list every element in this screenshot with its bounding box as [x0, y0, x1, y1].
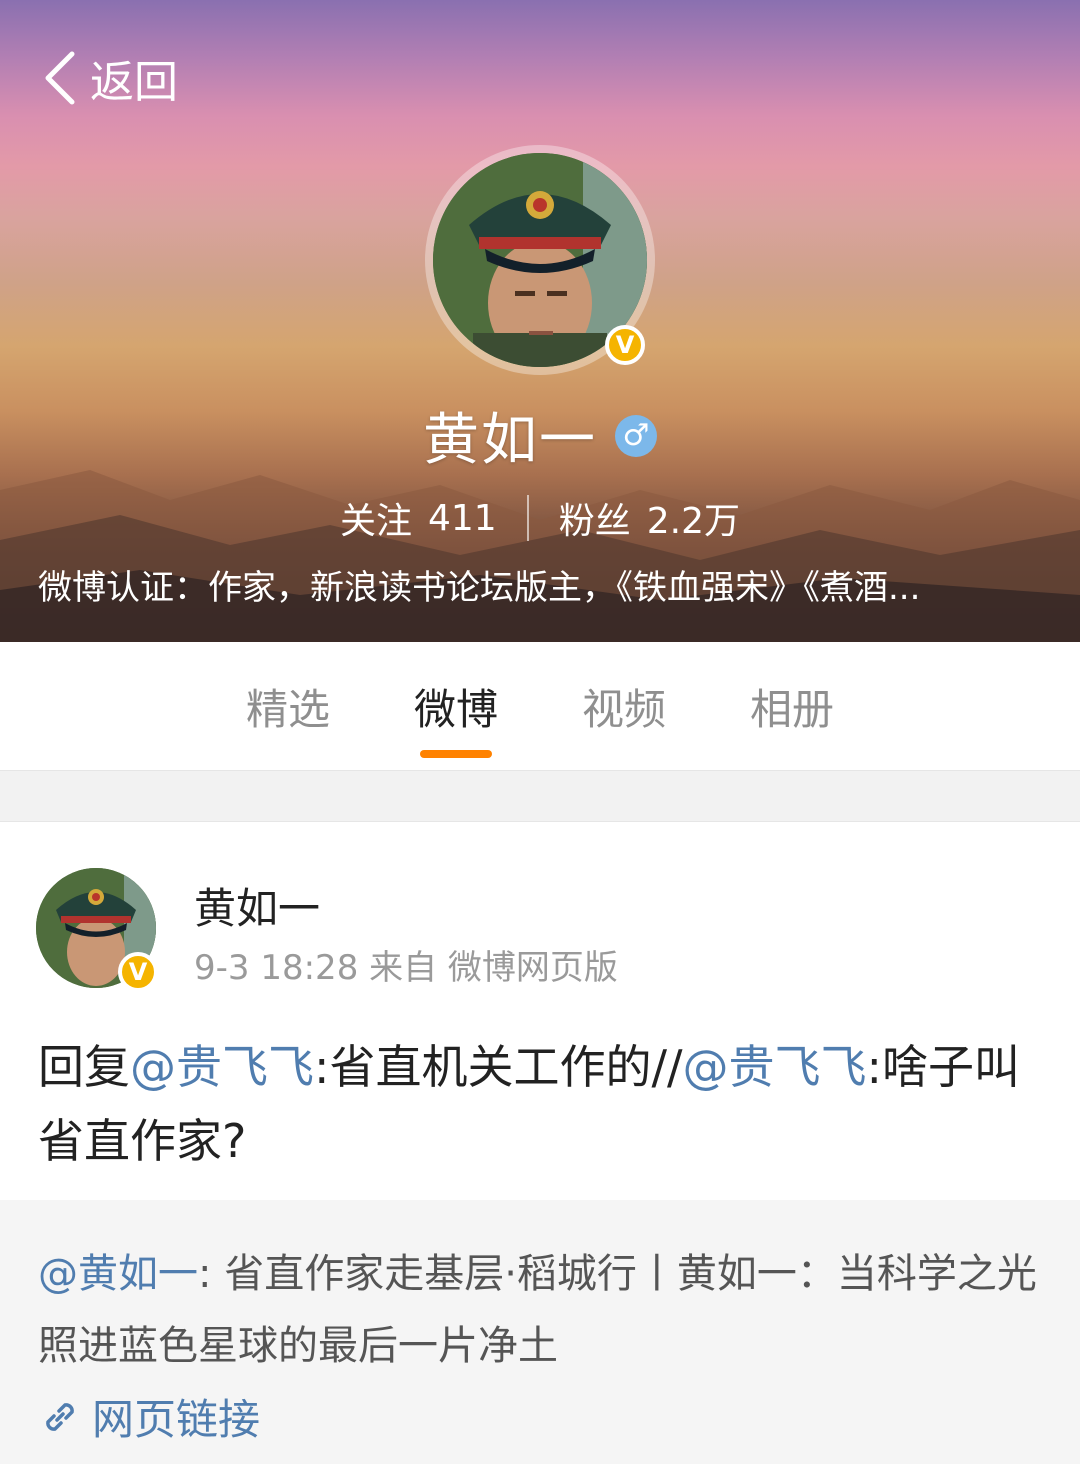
- tab-label: 相册: [749, 685, 834, 734]
- profile-cover: 返回 V 黄如一 ♂ 关注 411 粉丝 2.2万 微博认证：作家，新浪读书论坛…: [0, 0, 1080, 642]
- profile-avatar[interactable]: V: [425, 145, 655, 375]
- following-stat[interactable]: 关注 411: [340, 492, 497, 544]
- post-text-part: :省直机关工作的//: [314, 1040, 683, 1094]
- certification-text[interactable]: 微博认证：作家，新浪读书论坛版主，《铁血强宋》《煮酒...: [38, 560, 1048, 609]
- following-count: 411: [428, 497, 497, 539]
- post-author-name[interactable]: 黄如一: [194, 875, 320, 936]
- followers-count: 2.2万: [646, 501, 740, 542]
- repost-text: @黄如一: 省直作家走基层·稻城行丨黄如一：当科学之光照进蓝色星球的最后一片净土: [38, 1238, 1048, 1382]
- web-link-label: 网页链接: [92, 1395, 261, 1444]
- back-chevron-icon: [45, 51, 75, 105]
- profile-stats: 关注 411 粉丝 2.2万: [0, 492, 1080, 544]
- mention-link[interactable]: @贵飞飞: [683, 1040, 867, 1094]
- profile-tabs: 精选 微博 视频 相册: [0, 642, 1080, 770]
- link-icon: [46, 1402, 74, 1431]
- profile-name: 黄如一: [423, 408, 597, 473]
- tab-weibo[interactable]: 微博: [372, 642, 540, 770]
- section-divider: [0, 770, 1080, 822]
- tab-album[interactable]: 相册: [708, 642, 876, 770]
- post-meta: 9-3 18:28 来自 微博网页版: [194, 948, 618, 988]
- back-label: 返回: [90, 57, 178, 108]
- verified-icon: V: [605, 325, 645, 365]
- male-gender-icon: ♂: [615, 414, 657, 457]
- repost-card[interactable]: @黄如一: 省直作家走基层·稻城行丨黄如一：当科学之光照进蓝色星球的最后一片净土…: [0, 1200, 1080, 1464]
- back-button[interactable]: 返回: [40, 48, 178, 108]
- repost-mention-link[interactable]: @黄如一: [38, 1251, 198, 1297]
- tab-video[interactable]: 视频: [540, 642, 708, 770]
- stats-divider: [526, 495, 529, 541]
- mention-link[interactable]: @贵飞飞: [130, 1040, 314, 1094]
- followers-label: 粉丝: [558, 501, 631, 542]
- tab-featured[interactable]: 精选: [204, 642, 372, 770]
- web-link[interactable]: 网页链接: [38, 1386, 260, 1447]
- profile-name-row: 黄如一 ♂: [0, 395, 1080, 476]
- following-label: 关注: [339, 501, 412, 542]
- followers-stat[interactable]: 粉丝 2.2万: [559, 492, 740, 544]
- verified-icon: V: [118, 952, 158, 992]
- post-text-part: 回复: [38, 1040, 130, 1094]
- active-tab-indicator: [420, 750, 492, 758]
- tab-label: 精选: [245, 685, 330, 734]
- post-text: 回复@贵飞飞:省直机关工作的//@贵飞飞:啥子叫省直作家?: [38, 1030, 1048, 1178]
- tab-label: 视频: [581, 685, 666, 734]
